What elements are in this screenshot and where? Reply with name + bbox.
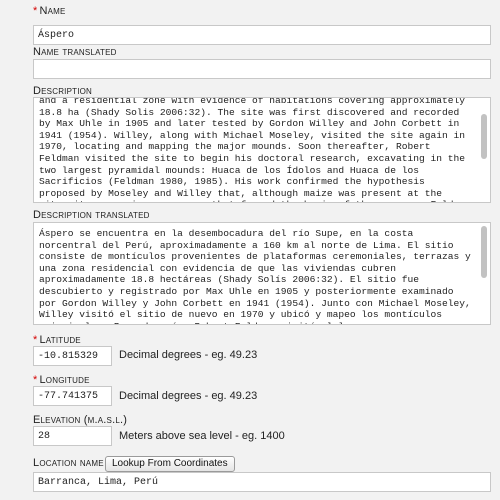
description-scrollbar[interactable] — [481, 101, 488, 199]
name-translated-input[interactable] — [33, 59, 491, 79]
description-translated-label: Description translated — [33, 209, 150, 221]
required-marker: * — [33, 374, 38, 386]
description-translated-scroll-thumb[interactable] — [481, 226, 487, 279]
latitude-input[interactable]: -10.815329 — [33, 346, 112, 366]
description-textarea[interactable]: and a residential zone with evidence of … — [33, 97, 491, 203]
longitude-label: * Longitude — [33, 374, 90, 386]
description-translated-scrollbar[interactable] — [481, 226, 488, 321]
longitude-hint: Decimal degrees - eg. 49.23 — [119, 390, 258, 402]
latitude-label-text: Latitude — [39, 334, 81, 346]
required-marker: * — [33, 5, 38, 17]
elevation-hint: Meters above sea level - eg. 1400 — [119, 430, 285, 442]
longitude-input[interactable]: -77.741375 — [33, 386, 112, 406]
name-translated-label: Name translated — [33, 46, 117, 58]
description-scroll-thumb[interactable] — [481, 114, 487, 159]
latitude-label: * Latitude — [33, 334, 81, 346]
location-name-label: Location name — [33, 457, 104, 469]
latitude-hint: Decimal degrees - eg. 49.23 — [119, 349, 258, 361]
description-translated-textarea[interactable]: Áspero se encuentra en la desembocadura … — [33, 222, 491, 325]
longitude-label-text: Longitude — [39, 374, 90, 386]
name-label-text: Name — [39, 5, 66, 17]
description-text: and a residential zone with evidence of … — [39, 97, 471, 202]
description-label: Description — [33, 85, 93, 97]
required-marker: * — [33, 334, 38, 346]
elevation-label: Elevation (m.a.s.l.) — [33, 414, 128, 426]
location-name-input[interactable]: Barranca, Lima, Perú — [33, 472, 491, 492]
lookup-from-coordinates-button[interactable]: Lookup From Coordinates — [105, 456, 235, 472]
elevation-input[interactable]: 28 — [33, 426, 112, 446]
name-input[interactable]: Áspero — [33, 25, 491, 45]
name-label: * Name — [33, 5, 66, 17]
description-translated-text: Áspero se encuentra en la desembocadura … — [39, 228, 471, 324]
